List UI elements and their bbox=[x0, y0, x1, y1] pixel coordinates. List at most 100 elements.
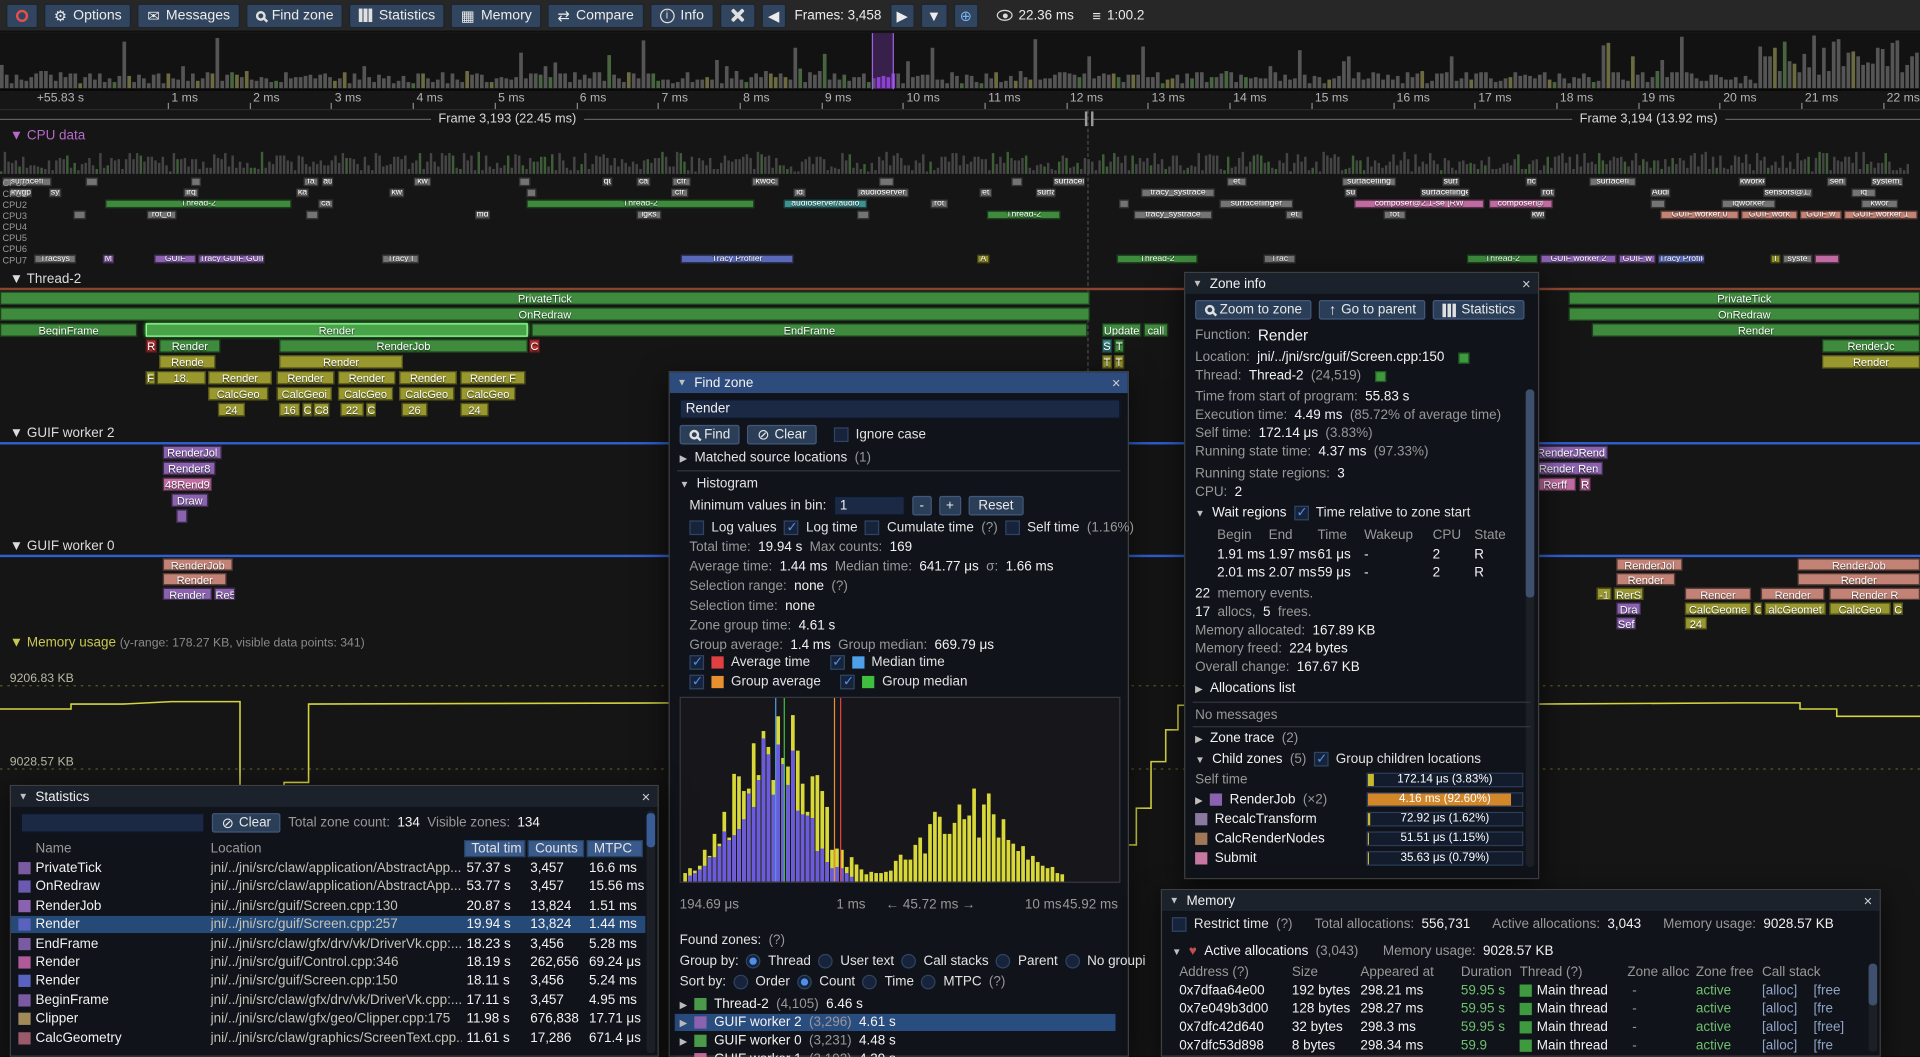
child-zones-header[interactable]: ▼Child zones(5)Group children locations bbox=[1195, 752, 1481, 767]
timeline-zone[interactable]: GUIF worker 2 bbox=[1540, 255, 1616, 264]
timeline-zone[interactable] bbox=[1815, 255, 1839, 264]
toolbar-button-statistics[interactable]: Statistics bbox=[349, 3, 445, 27]
timeline-zone[interactable]: 26 bbox=[402, 403, 428, 416]
timeline-zone[interactable]: AudioO bbox=[1651, 189, 1671, 198]
memory-column-header[interactable]: Call stack bbox=[1762, 965, 1820, 980]
frame-label[interactable]: Frame 3,193 (22.45 ms) bbox=[431, 111, 584, 126]
timeline-zone[interactable]: Thread-2 bbox=[1467, 255, 1538, 264]
toolbar-button-messages[interactable]: ✉Messages bbox=[138, 3, 240, 27]
timeline-zone[interactable]: kw bbox=[389, 189, 404, 198]
zone-info-scrollbar[interactable] bbox=[1526, 389, 1535, 867]
timeline-zone[interactable]: Tracsys bbox=[34, 255, 76, 264]
prev-frame-button[interactable]: ◀ bbox=[761, 3, 785, 27]
toolbar-button-options[interactable]: ⚙Options bbox=[44, 3, 131, 27]
timeline-zone[interactable] bbox=[191, 178, 201, 187]
timeline-zone[interactable]: Thread-2 bbox=[105, 200, 291, 209]
timeline-zone[interactable]: Trac bbox=[1264, 255, 1296, 264]
timeline-zone[interactable]: surfaceflinger bbox=[1420, 189, 1469, 198]
child-zone-row[interactable]: CalcRenderNodes bbox=[1195, 831, 1325, 846]
radio-count[interactable] bbox=[797, 975, 812, 990]
timeline-zone[interactable]: cfr bbox=[672, 178, 690, 187]
statistics-table-row[interactable]: OnRedrawjni/../jni/src/claw/application/… bbox=[11, 878, 645, 895]
timeline-zone[interactable]: su bbox=[1345, 189, 1357, 198]
column-header-counts[interactable]: Counts bbox=[528, 840, 584, 857]
timeline-zone[interactable]: ka bbox=[296, 189, 308, 198]
child-zone-row[interactable]: ▶RenderJob(×2) bbox=[1195, 792, 1327, 807]
memory-column-header[interactable]: Address (?) bbox=[1179, 965, 1249, 980]
timeline-zone[interactable]: sy bbox=[49, 189, 61, 198]
timeline-zone[interactable]: 22 bbox=[340, 403, 363, 416]
found-zone-group[interactable]: ▶Thread-2(4,105)6.46 s bbox=[675, 996, 1116, 1013]
auto-zoom-button[interactable]: ⊕ bbox=[953, 3, 978, 27]
radio-thread[interactable] bbox=[746, 954, 761, 969]
timeline-zone[interactable]: iqworker bbox=[1722, 200, 1776, 209]
found-zone-group[interactable]: ▶GUIF worker 2(3,296)4.61 s bbox=[675, 1014, 1116, 1031]
timeline-zone[interactable]: kw bbox=[414, 178, 431, 187]
timeline-zone[interactable]: Tl bbox=[1114, 355, 1124, 368]
timeline-zone[interactable]: Render bbox=[146, 323, 528, 336]
radio-mtpc[interactable] bbox=[921, 975, 936, 990]
statistics-table-row[interactable]: Renderjni/../jni/src/guif/Screen.cpp:257… bbox=[11, 916, 645, 933]
timeline-zone[interactable] bbox=[73, 211, 85, 220]
timeline-zone[interactable]: kwor bbox=[1861, 200, 1898, 209]
timeline-zone[interactable]: Render bbox=[163, 588, 212, 600]
timeline-zone[interactable]: 48Rend9 bbox=[163, 478, 212, 491]
scrollbar-thumb[interactable] bbox=[1526, 389, 1535, 597]
legend-checkbox[interactable] bbox=[689, 655, 704, 670]
memory-scrollbar[interactable] bbox=[1869, 964, 1878, 1052]
checkbox-self-time[interactable] bbox=[1005, 520, 1020, 535]
timeline-zone[interactable]: C bbox=[1893, 602, 1903, 614]
timeline-zone[interactable]: Tracy I bbox=[382, 255, 419, 264]
collapse-icon[interactable]: ▼ bbox=[1193, 278, 1203, 289]
timeline-zone[interactable]: CalcGeo bbox=[338, 387, 393, 400]
child-zone-row[interactable]: RecalcTransform bbox=[1195, 812, 1317, 827]
column-header-name[interactable]: Name bbox=[36, 841, 72, 856]
timeline-zone[interactable]: rot bbox=[931, 200, 948, 209]
open-source-button[interactable] bbox=[1458, 352, 1469, 363]
thread-header-thread-2[interactable]: ▼ Thread-2 bbox=[10, 272, 81, 287]
timeline-zone[interactable]: Render Ren bbox=[1534, 462, 1603, 475]
checkbox-log-values[interactable] bbox=[689, 520, 704, 535]
timeline-zone[interactable]: audioserver bbox=[857, 189, 908, 198]
found-zone-group[interactable]: ▶GUIF worker 0(3,231)4.48 s bbox=[675, 1032, 1116, 1049]
column-header-mtpc[interactable]: MTPC bbox=[587, 840, 643, 857]
column-header-total-time[interactable]: Total tim bbox=[464, 840, 525, 857]
timeline-zone[interactable]: Tracy Profiler bbox=[1658, 255, 1705, 264]
clear-button[interactable]: ⊘Clear bbox=[747, 425, 816, 445]
radio-order[interactable] bbox=[733, 975, 748, 990]
close-icon[interactable]: × bbox=[1522, 276, 1531, 291]
timeline-zone[interactable]: GUIF work bbox=[1741, 211, 1797, 220]
legend-checkbox[interactable] bbox=[689, 675, 704, 690]
timeline-zone[interactable]: surfaceflinger bbox=[1220, 200, 1293, 209]
timeline-zone[interactable]: Sef bbox=[1616, 617, 1636, 629]
matched-locations-header[interactable]: ▶ Matched source locations (1) bbox=[680, 451, 871, 466]
timeline-zone[interactable]: Render bbox=[1592, 323, 1920, 336]
collapse-icon[interactable]: ▼ bbox=[1172, 946, 1182, 957]
timeline-zone[interactable]: S bbox=[1102, 339, 1112, 352]
free-callstack-link[interactable]: [fre bbox=[1813, 1002, 1832, 1017]
timeline-zone[interactable]: R bbox=[146, 339, 157, 352]
timeline-zone[interactable]: Thread-2 bbox=[527, 200, 755, 209]
wait-column-header[interactable]: Time bbox=[1318, 528, 1347, 543]
close-icon[interactable]: × bbox=[1864, 893, 1873, 908]
timeline-zone[interactable] bbox=[519, 178, 530, 187]
timeline-zone[interactable]: surfacefling bbox=[1342, 178, 1396, 187]
timeline-zone[interactable]: C bbox=[529, 339, 540, 352]
toolbar-button-find-zone[interactable]: Find zone bbox=[246, 3, 343, 27]
checkbox-cumulate-time[interactable] bbox=[865, 520, 880, 535]
group-children-checkbox[interactable] bbox=[1314, 752, 1329, 767]
statistics-table-row[interactable]: EndFramejni/../jni/src/claw/gfx/drv/vk/D… bbox=[11, 935, 645, 952]
statistics-table-row[interactable]: BeginFramejni/../jni/src/claw/gfx/drv/vk… bbox=[11, 992, 645, 1009]
statistics-table-row[interactable]: Clipperjni/../jni/src/claw/gfx/geo/Clipp… bbox=[11, 1010, 645, 1027]
timeline-zone[interactable]: I bbox=[1771, 255, 1781, 264]
alloc-address[interactable]: 0x7dfc53d898 bbox=[1179, 1038, 1264, 1053]
timeline-zone[interactable]: F bbox=[146, 371, 156, 384]
timeline-zone[interactable]: PrivateTick bbox=[1569, 291, 1920, 304]
radio-time[interactable] bbox=[863, 975, 878, 990]
timeline-zone[interactable]: et bbox=[1286, 211, 1303, 220]
timeline-zone[interactable]: Update bbox=[1102, 323, 1141, 336]
timeline-zone[interactable]: et bbox=[980, 189, 992, 198]
timeline-zone[interactable]: surfac bbox=[1442, 178, 1459, 187]
timeline-zone[interactable]: composer@ bbox=[1489, 200, 1553, 209]
help-icon[interactable]: (?) bbox=[769, 933, 785, 948]
